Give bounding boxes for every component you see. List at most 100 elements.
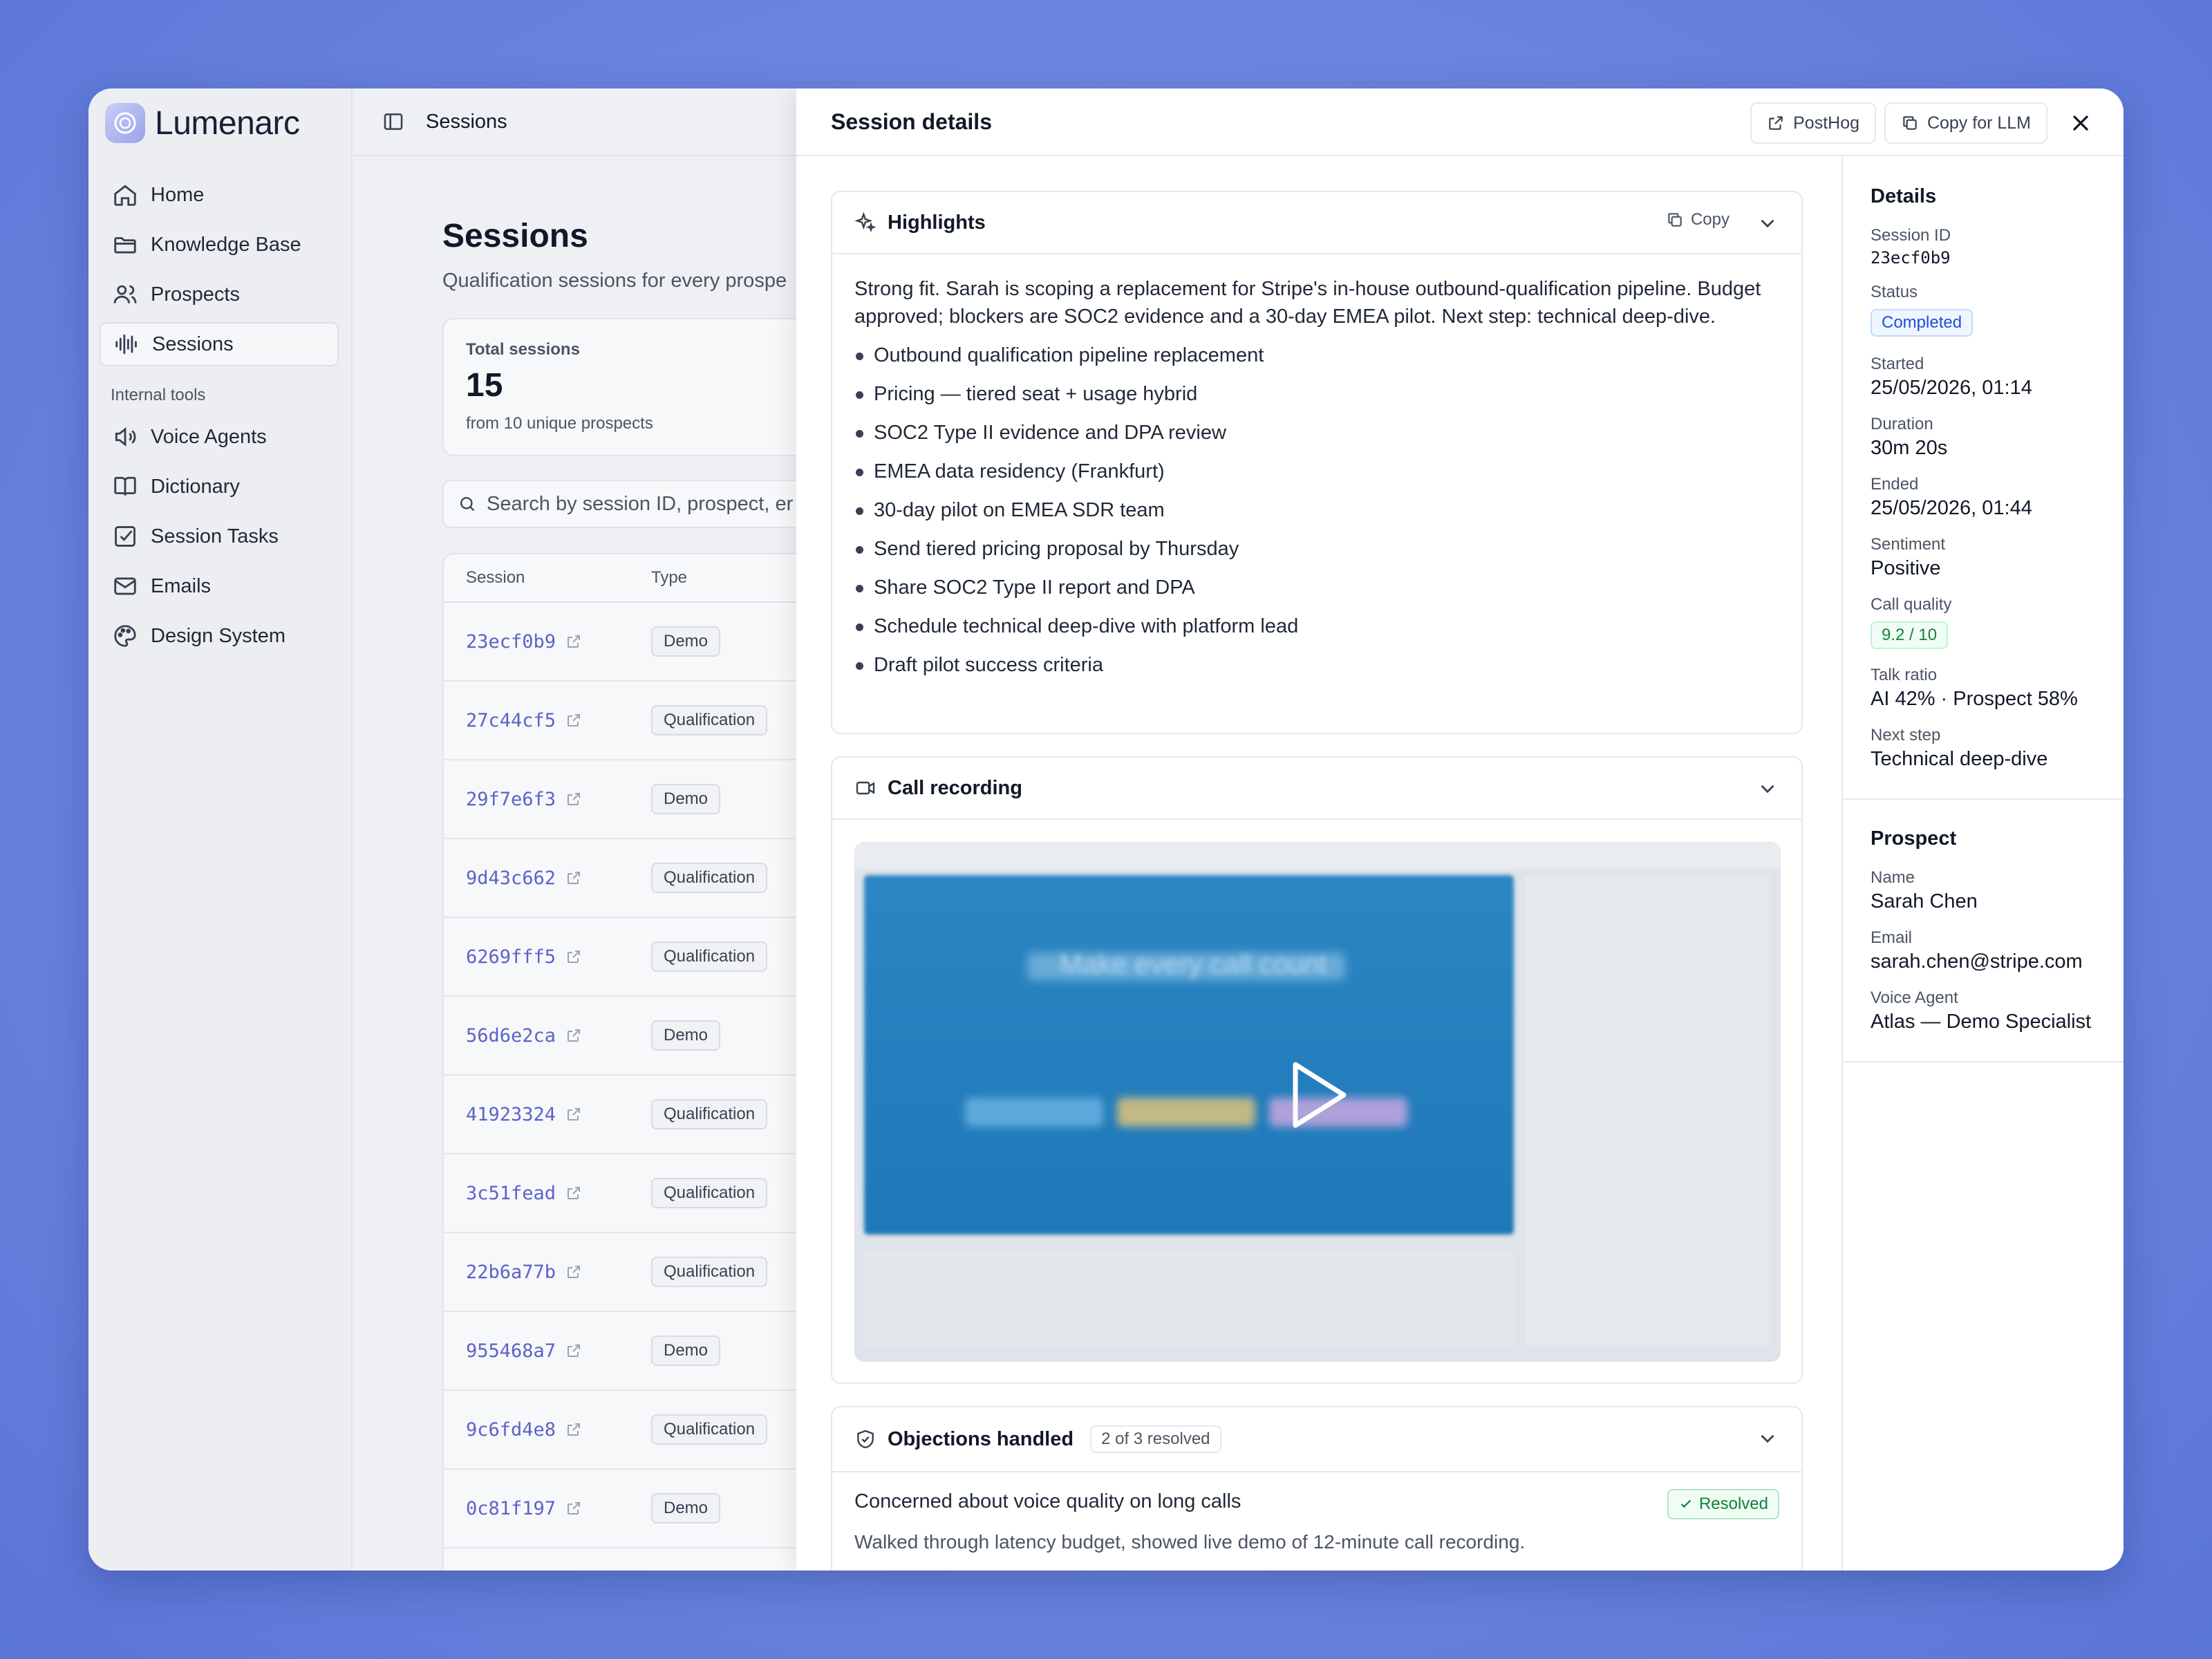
highlights-body: Strong fit. Sarah is scoping a replaceme… (832, 254, 1801, 711)
copy-highlights-button[interactable]: Copy (1666, 210, 1730, 229)
session-id-link[interactable]: 955468a7 (444, 1340, 651, 1362)
copy-for-llm-button[interactable]: Copy for LLM (1884, 102, 2047, 144)
session-id-link[interactable]: 3c51fead (444, 1183, 651, 1204)
prospect-section: Prospect Name Sarah Chen Email sarah.che… (1843, 800, 2124, 1062)
session-id-link[interactable]: 22b6a77b (444, 1262, 651, 1283)
session-id-link[interactable]: 56d6e2ca (444, 1025, 651, 1047)
posthog-button[interactable]: PostHog (1750, 102, 1876, 144)
started-label: Started (1871, 355, 1924, 373)
session-id-link[interactable]: 9d43c662 (444, 868, 651, 889)
external-link-icon[interactable] (565, 1500, 582, 1517)
prospect-name-value: Sarah Chen (1871, 890, 1978, 912)
prospect-email-label: Email (1871, 928, 1913, 947)
sidebar-item-knowledge-base[interactable]: Knowledge Base (100, 223, 339, 267)
prospect-email-value[interactable]: sarah.chen@stripe.com (1871, 950, 2096, 973)
call-recording-card: Call recording Make every call count (831, 756, 1803, 1384)
external-link-icon[interactable] (565, 1185, 582, 1201)
session-type-badge: Qualification (651, 863, 768, 893)
call-recording-header[interactable]: Call recording (832, 758, 1801, 820)
external-link-icon[interactable] (565, 1342, 582, 1359)
session-id-text: 23ecf0b9 (466, 630, 556, 653)
column-header-type: Type (651, 568, 688, 587)
external-link-icon[interactable] (565, 1106, 582, 1123)
session-id-link[interactable]: 6269fff5 (444, 946, 651, 968)
session-id-link[interactable]: 23ecf0b9 (444, 631, 651, 653)
session-id-link[interactable]: 41923324 (444, 1104, 651, 1125)
highlights-header[interactable]: Highlights Copy (832, 192, 1801, 254)
panel-body[interactable]: Highlights Copy Strong fit. Sarah is sco… (796, 158, 1840, 1571)
talk-ratio-label: Talk ratio (1871, 666, 1938, 684)
call-quality-badge: 9.2 / 10 (1871, 621, 1949, 649)
sidebar-item-design-system[interactable]: Design System (100, 614, 339, 658)
resolved-count-badge: 2 of 3 resolved (1090, 1425, 1221, 1453)
external-link-icon[interactable] (565, 791, 582, 807)
speaker-icon (115, 427, 136, 447)
session-id-link[interactable]: 0c81f197 (444, 1498, 651, 1519)
chevron-down-icon[interactable] (1756, 777, 1779, 800)
video-player[interactable]: Make every call count (854, 842, 1781, 1362)
sidebar-item-voice-agents[interactable]: Voice Agents (100, 415, 339, 459)
session-id-text: 9c6fd4e8 (466, 1418, 556, 1441)
call-quality-label: Call quality (1871, 595, 1952, 614)
highlight-bullet: EMEA data residency (Frankfurt) (854, 458, 1779, 485)
session-id-link[interactable]: 29f7e6f3 (444, 789, 651, 810)
next-step-value: Technical deep-dive (1871, 748, 2048, 770)
prospect-title: Prospect (1871, 827, 1957, 850)
external-link-icon (1769, 116, 1783, 130)
sidebar-item-emails[interactable]: Emails (100, 564, 339, 608)
posthog-label: PostHog (1793, 113, 1859, 133)
logo[interactable]: Lumenarc (105, 102, 300, 144)
session-type-badge: Qualification (651, 1257, 768, 1287)
external-link-icon[interactable] (565, 1264, 582, 1280)
session-id-text: 41923324 (466, 1103, 556, 1125)
session-id-link[interactable]: 27c44cf5 (444, 710, 651, 731)
copy-icon (1668, 213, 1682, 227)
section-label-internal-tools: Internal tools (111, 386, 206, 404)
session-type-badge: Qualification (651, 705, 768, 735)
session-id-text: 9d43c662 (466, 867, 556, 889)
sidebar-item-dictionary[interactable]: Dictionary (100, 465, 339, 509)
sentiment-value: Positive (1871, 557, 1941, 579)
chevron-down-icon[interactable] (1756, 1427, 1779, 1450)
highlights-list: Outbound qualification pipeline replacem… (854, 341, 1779, 679)
sentiment-label: Sentiment (1871, 535, 1946, 554)
external-link-icon[interactable] (565, 633, 582, 650)
palette-icon (114, 625, 136, 647)
next-step-label: Next step (1871, 726, 1941, 744)
highlight-bullet: Draft pilot success criteria (854, 651, 1779, 679)
resolved-badge: Resolved (1667, 1489, 1779, 1519)
external-link-icon[interactable] (565, 948, 582, 965)
copy-for-llm-label: Copy for LLM (1927, 113, 2031, 133)
session-id-text: 56d6e2ca (466, 1024, 556, 1047)
sidebar: Lumenarc Home Knowledge Base Prospects S… (88, 88, 353, 1571)
search-icon (460, 497, 475, 512)
chevron-down-icon[interactable] (1756, 212, 1779, 235)
sidebar-item-label: Home (151, 183, 205, 206)
panel-title: Session details (831, 109, 992, 134)
mail-icon (114, 577, 136, 595)
external-link-icon[interactable] (565, 870, 582, 886)
sidebar-item-sessions[interactable]: Sessions (100, 322, 339, 366)
external-link-icon[interactable] (565, 712, 582, 729)
video-frame-sidebar (1525, 875, 1770, 1345)
close-button[interactable] (2065, 108, 2096, 138)
session-id-link[interactable]: 9c6fd4e8 (444, 1419, 651, 1441)
sidebar-item-session-tasks[interactable]: Session Tasks (100, 514, 339, 559)
sidebar-item-home[interactable]: Home (100, 173, 339, 217)
sidebar-item-label: Knowledge Base (151, 233, 301, 256)
session-id-text: 3c51fead (466, 1182, 556, 1204)
copy-label: Copy (1690, 210, 1730, 229)
play-icon[interactable] (1290, 1060, 1348, 1130)
app-name: Lumenarc (155, 104, 300, 142)
external-link-icon[interactable] (565, 1421, 582, 1438)
video-headline: Make every call count (1059, 949, 1327, 980)
voice-agent-value[interactable]: Atlas — Demo Specialist (1871, 1011, 2096, 1033)
sidebar-item-prospects[interactable]: Prospects (100, 272, 339, 317)
video-frame-screen (864, 875, 1514, 1235)
external-link-icon[interactable] (565, 1027, 582, 1044)
home-icon (114, 185, 136, 206)
highlight-bullet: Outbound qualification pipeline replacem… (854, 341, 1779, 369)
copy-icon (1903, 116, 1917, 130)
sidebar-toggle-icon[interactable] (382, 110, 405, 133)
objections-header[interactable]: Objections handled 2 of 3 resolved (832, 1407, 1801, 1472)
